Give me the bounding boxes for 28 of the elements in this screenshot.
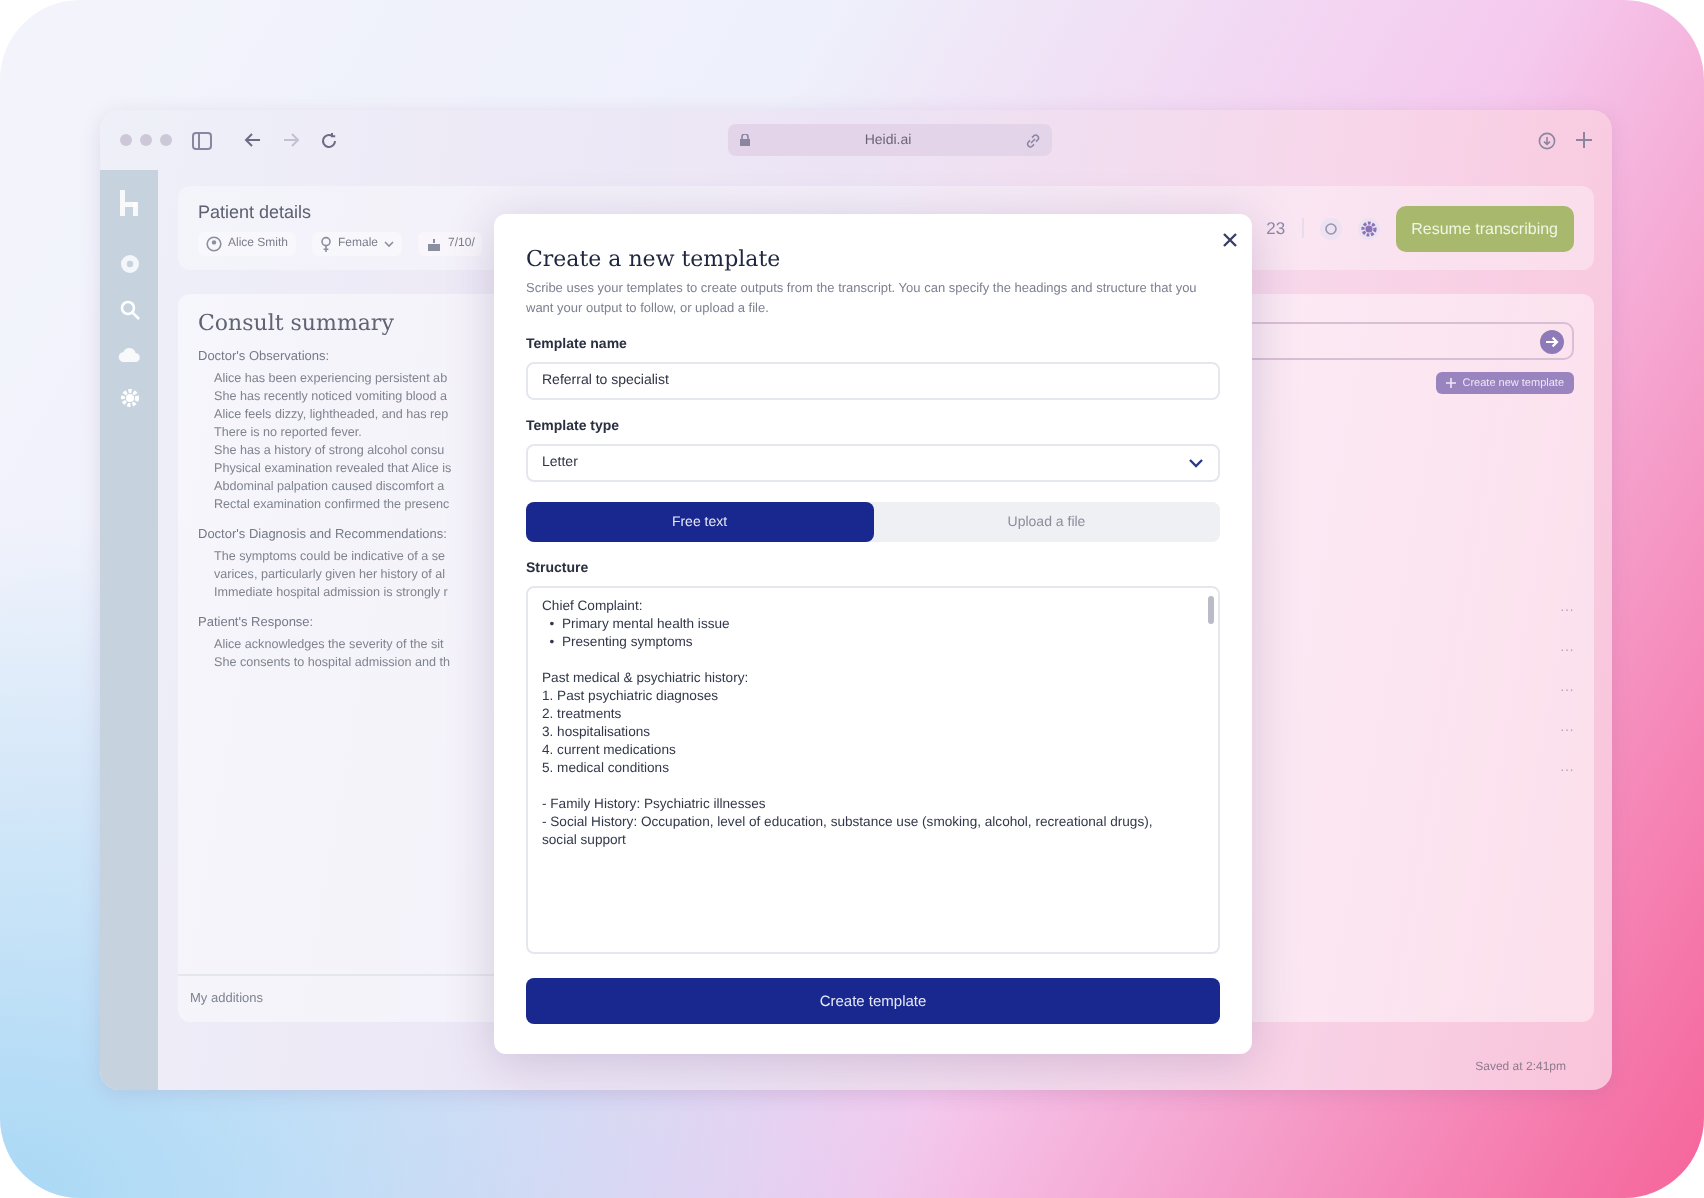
download-icon[interactable] [1538,131,1556,149]
person-icon [206,235,222,251]
arrow-icon[interactable] [1540,329,1564,353]
back-icon[interactable] [244,132,262,148]
cloud-icon[interactable] [118,346,140,362]
gear-icon[interactable] [119,388,139,408]
caret-icon [384,239,395,247]
settings-icon[interactable] [1357,217,1380,239]
record-icon[interactable] [119,254,139,274]
sidebar-toggle-icon[interactable] [192,131,212,149]
resume-transcribing-button[interactable]: Resume transcribing [1395,205,1574,251]
summary-title: Consult summary [198,310,394,336]
search-icon[interactable] [119,300,139,320]
new-tab-icon[interactable] [1576,132,1592,148]
plus-icon [1446,378,1457,388]
cake-icon [426,235,443,251]
chevron-icon [1188,458,1204,468]
lock-icon [740,134,750,146]
forward-icon[interactable] [282,132,300,148]
scrollbar[interactable] [1208,596,1214,624]
logo-icon[interactable] [120,190,138,216]
timer-text: 23 [1266,218,1304,238]
gender-icon [320,235,333,251]
reload-icon[interactable] [320,131,338,149]
link-icon[interactable] [1025,133,1040,147]
circle-icon[interactable] [1319,217,1342,239]
dialog-title: Create a new template [526,246,783,272]
patient-details-title: Patient details [198,201,314,221]
